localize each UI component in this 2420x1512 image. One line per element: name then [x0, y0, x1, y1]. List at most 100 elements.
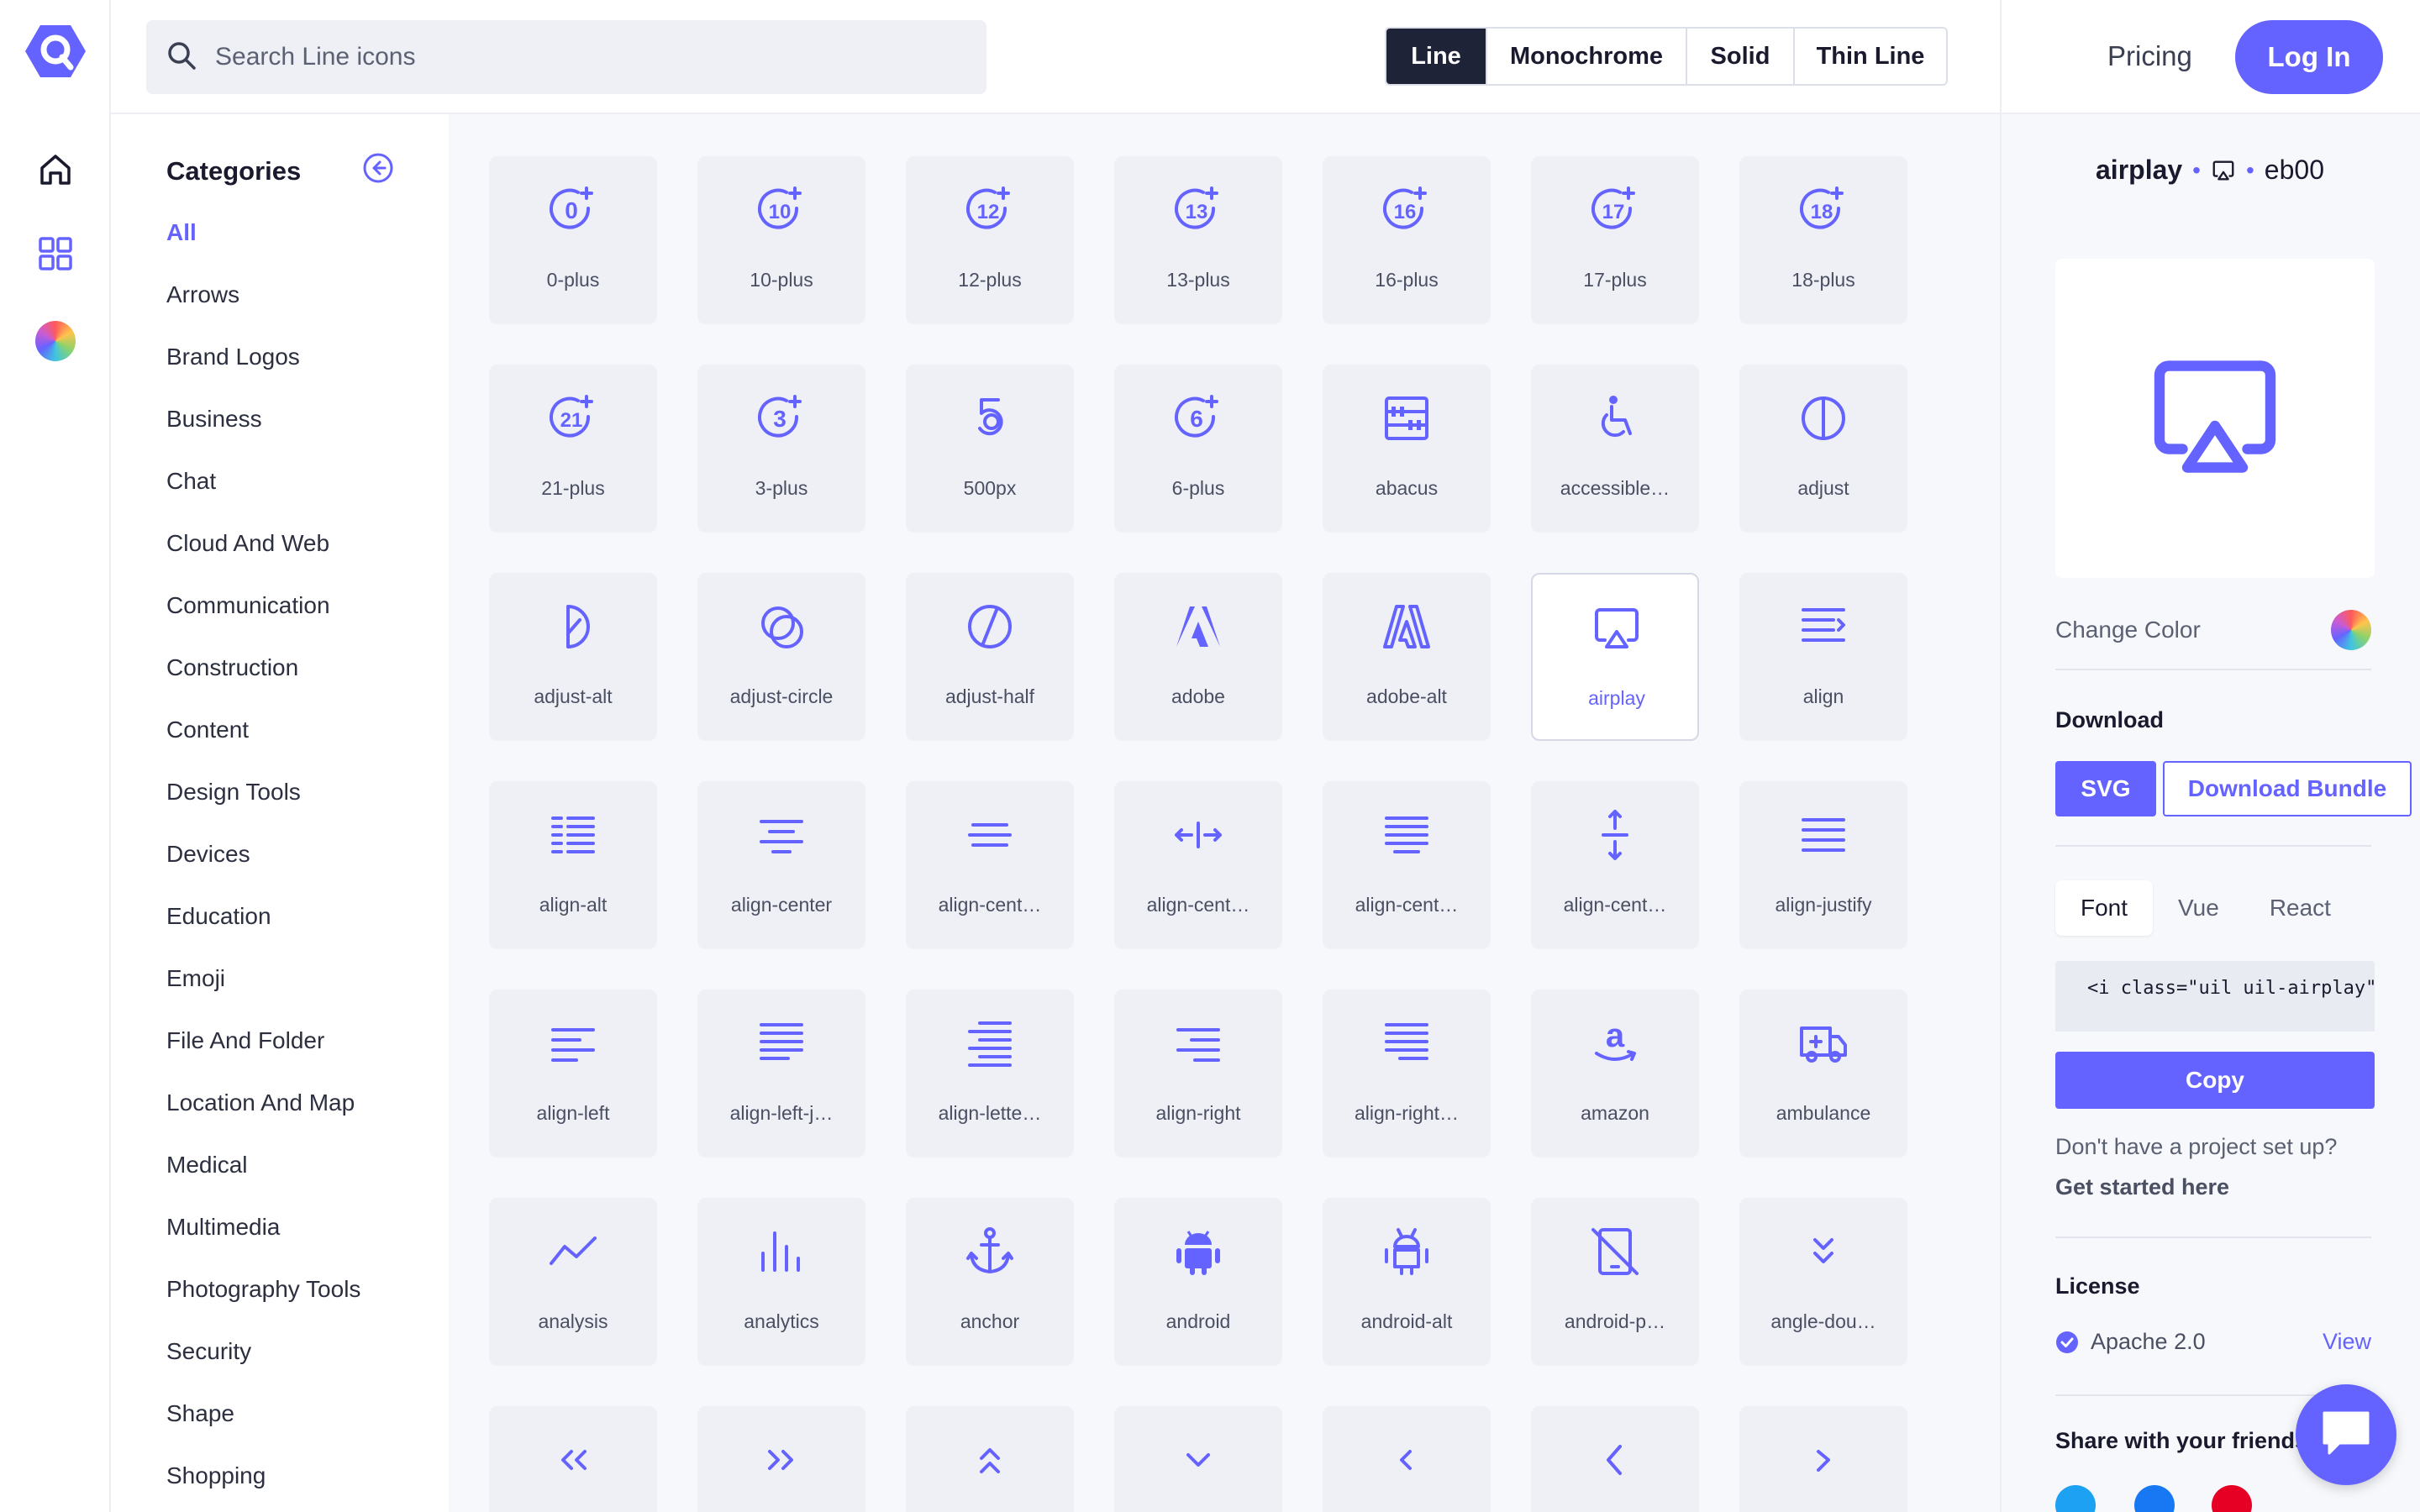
color-picker-icon[interactable] — [2331, 610, 2371, 650]
icon-tile[interactable]: align-cent… — [906, 781, 1074, 949]
style-tab-line[interactable]: Line — [1386, 29, 1486, 84]
category-item[interactable]: Arrows — [166, 281, 360, 343]
download-svg-button[interactable]: SVG — [2055, 761, 2156, 816]
icon-tile[interactable]: 18 18-plus — [1739, 156, 1907, 324]
icon-tile[interactable]: accessible… — [1531, 365, 1699, 533]
top-right-actions: Pricing Log In — [2000, 0, 2420, 114]
code-snippet[interactable]: <i class="uil uil-airplay"> — [2055, 961, 2375, 1032]
category-item[interactable]: Devices — [166, 840, 360, 902]
icon-tile[interactable]: align — [1739, 573, 1907, 741]
icon-tile[interactable]: anchor — [906, 1198, 1074, 1366]
copy-button[interactable]: Copy — [2055, 1052, 2375, 1109]
icon-tile[interactable]: 6 6-plus — [1114, 365, 1282, 533]
tab-react[interactable]: React — [2244, 880, 2356, 936]
icon-tile[interactable]: ambulance — [1739, 990, 1907, 1158]
icon-tile[interactable]: abacus — [1323, 365, 1491, 533]
pricing-link[interactable]: Pricing — [2107, 40, 2192, 72]
icon-tile[interactable]: analytics — [697, 1198, 865, 1366]
collapse-sidebar-icon[interactable] — [361, 151, 395, 185]
category-item[interactable]: Shopping — [166, 1462, 360, 1512]
icon-tile[interactable] — [489, 1406, 657, 1512]
icon-tile[interactable]: align-left-j… — [697, 990, 865, 1158]
category-item[interactable]: Education — [166, 902, 360, 964]
icon-tile[interactable] — [1531, 1406, 1699, 1512]
icon-tile[interactable] — [1323, 1406, 1491, 1512]
align-justify-icon — [1797, 808, 1850, 862]
view-license-link[interactable]: View — [2323, 1329, 2371, 1355]
tab-font[interactable]: Font — [2055, 880, 2154, 936]
icon-tile[interactable]: a amazon — [1531, 990, 1699, 1158]
category-item[interactable]: Location And Map — [166, 1089, 360, 1151]
icon-tile[interactable]: 500px — [906, 365, 1074, 533]
icon-tile[interactable]: align-cent… — [1114, 781, 1282, 949]
icon-tile[interactable]: align-right — [1114, 990, 1282, 1158]
category-item[interactable]: Construction — [166, 654, 360, 716]
category-item[interactable]: Medical — [166, 1151, 360, 1213]
category-item[interactable]: All — [166, 218, 360, 281]
icon-tile[interactable]: adobe-alt — [1323, 573, 1491, 741]
icon-tile[interactable]: align-cent… — [1531, 781, 1699, 949]
category-item[interactable]: Multimedia — [166, 1213, 360, 1275]
grid-icon[interactable] — [0, 227, 111, 281]
style-tab-thin-line[interactable]: Thin Line — [1793, 29, 1946, 84]
icon-tile[interactable]: airplay — [1531, 573, 1699, 741]
icon-tile[interactable]: align-cent… — [1323, 781, 1491, 949]
category-item[interactable]: Content — [166, 716, 360, 778]
icon-tile[interactable]: adjust-half — [906, 573, 1074, 741]
icon-tile[interactable]: align-justify — [1739, 781, 1907, 949]
search-input[interactable] — [215, 43, 971, 71]
icon-tile[interactable]: android-alt — [1323, 1198, 1491, 1366]
icon-tile[interactable]: angle-dou… — [1739, 1198, 1907, 1366]
icon-tile[interactable]: android — [1114, 1198, 1282, 1366]
icon-tile[interactable]: 12 12-plus — [906, 156, 1074, 324]
icon-tile[interactable] — [1114, 1406, 1282, 1512]
icon-tile[interactable] — [697, 1406, 865, 1512]
style-tab-monochrome[interactable]: Monochrome — [1486, 29, 1686, 84]
category-item[interactable]: Photography Tools — [166, 1275, 360, 1337]
icon-tile[interactable]: align-right… — [1323, 990, 1491, 1158]
icon-tile[interactable]: adjust — [1739, 365, 1907, 533]
icon-tile[interactable]: android-p… — [1531, 1198, 1699, 1366]
category-item[interactable]: Shape — [166, 1399, 360, 1462]
icon-tile[interactable]: align-alt — [489, 781, 657, 949]
icon-tile[interactable]: 10 10-plus — [697, 156, 865, 324]
get-started-link[interactable]: Get started here — [2055, 1174, 2229, 1200]
icon-tile[interactable] — [906, 1406, 1074, 1512]
download-bundle-button[interactable]: Download Bundle — [2163, 761, 2412, 816]
facebook-icon[interactable] — [2134, 1485, 2175, 1512]
icon-tile[interactable]: 0 0-plus — [489, 156, 657, 324]
pinterest-icon[interactable] — [2212, 1485, 2252, 1512]
icon-tile[interactable]: 21 21-plus — [489, 365, 657, 533]
category-item[interactable]: Business — [166, 405, 360, 467]
tab-vue[interactable]: Vue — [2153, 880, 2244, 936]
category-item[interactable]: Chat — [166, 467, 360, 529]
icon-tile[interactable] — [1739, 1406, 1907, 1512]
color-wheel-icon[interactable] — [0, 314, 111, 368]
icon-tile[interactable]: align-lette… — [906, 990, 1074, 1158]
chat-button[interactable] — [2296, 1384, 2396, 1485]
icon-tile[interactable]: align-center — [697, 781, 865, 949]
icon-tile[interactable]: 17 17-plus — [1531, 156, 1699, 324]
search-box[interactable] — [146, 20, 986, 94]
icon-tile[interactable]: adjust-alt — [489, 573, 657, 741]
icon-tile[interactable]: 16 16-plus — [1323, 156, 1491, 324]
icon-tile[interactable]: analysis — [489, 1198, 657, 1366]
home-icon[interactable] — [0, 143, 111, 197]
style-tab-solid[interactable]: Solid — [1686, 29, 1793, 84]
icon-tile[interactable]: align-left — [489, 990, 657, 1158]
icon-tile[interactable]: adobe — [1114, 573, 1282, 741]
twitter-icon[interactable] — [2055, 1485, 2096, 1512]
change-color-row[interactable]: Change Color — [2055, 610, 2371, 670]
category-item[interactable]: Design Tools — [166, 778, 360, 840]
category-item[interactable]: Cloud And Web — [166, 529, 360, 591]
icon-tile[interactable]: 3 3-plus — [697, 365, 865, 533]
icon-tile[interactable]: 13 13-plus — [1114, 156, 1282, 324]
category-item[interactable]: Communication — [166, 591, 360, 654]
icon-tile[interactable]: adjust-circle — [697, 573, 865, 741]
logo-icon[interactable] — [25, 24, 86, 79]
category-item[interactable]: Brand Logos — [166, 343, 360, 405]
category-item[interactable]: File And Folder — [166, 1026, 360, 1089]
category-item[interactable]: Security — [166, 1337, 360, 1399]
login-button[interactable]: Log In — [2235, 20, 2383, 94]
category-item[interactable]: Emoji — [166, 964, 360, 1026]
